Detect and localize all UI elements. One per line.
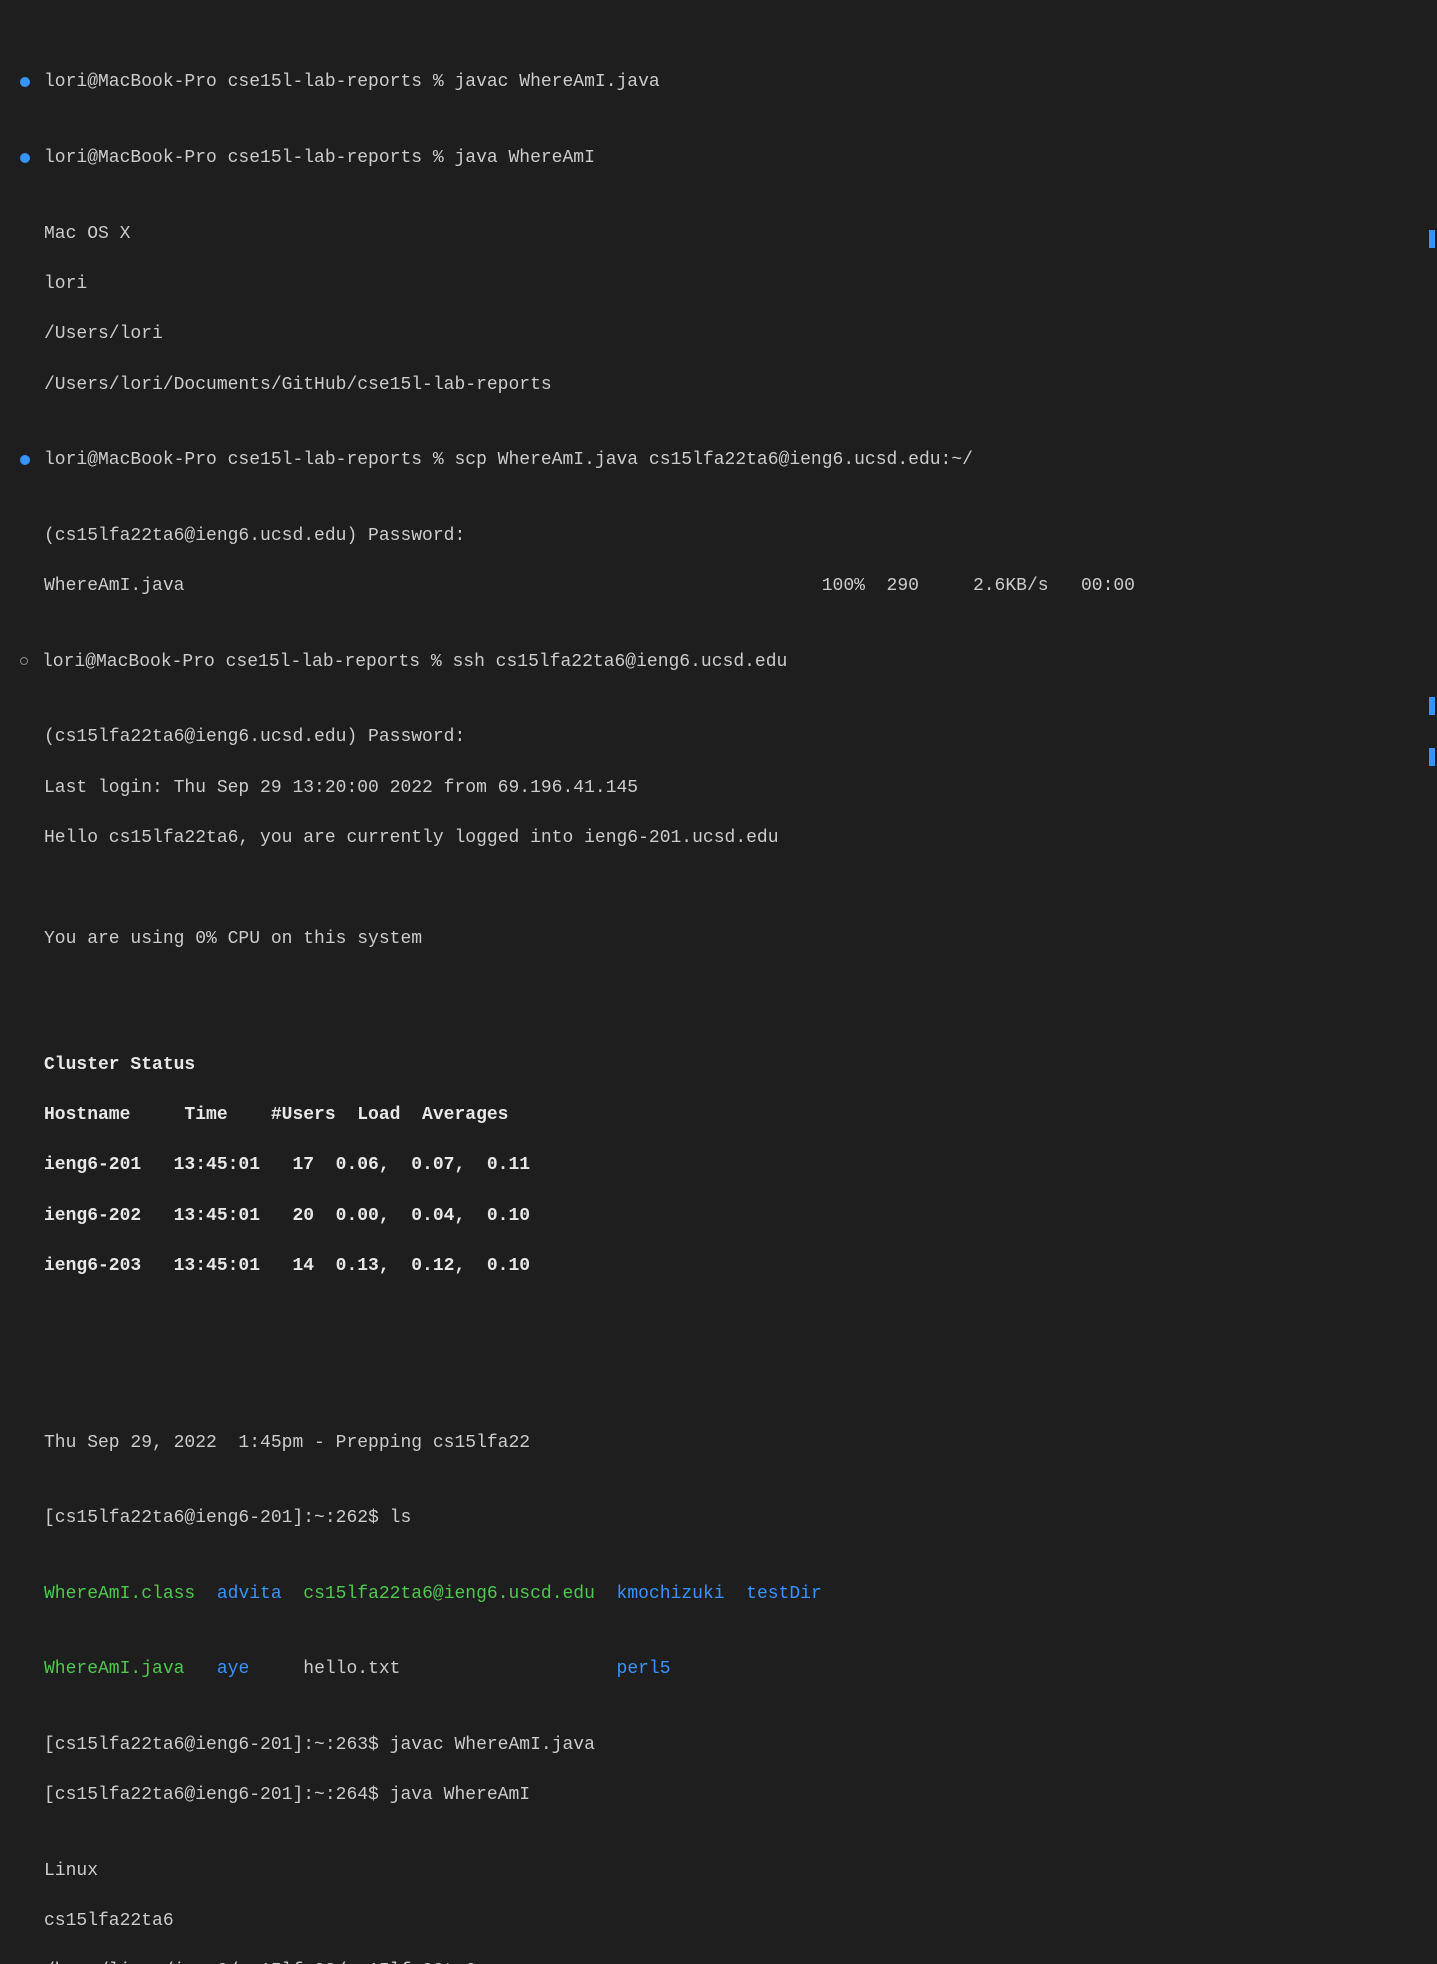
terminal-line: lori@MacBook-Pro cse15l-lab-reports % ja… [20, 70, 1437, 95]
status-dot-icon [20, 77, 30, 87]
output-text: lori [44, 272, 87, 297]
terminal-line: ieng6-201 13:45:01 17 0.06, 0.07, 0.11 [20, 1153, 1437, 1178]
output-text: (cs15lfa22ta6@ieng6.ucsd.edu) Password: [44, 725, 465, 750]
status-dot-icon [20, 153, 30, 163]
terminal-line: Linux [20, 1859, 1437, 1884]
output-text: Mac OS X [44, 222, 130, 247]
terminal-line: Hello cs15lfa22ta6, you are currently lo… [20, 826, 1437, 851]
shell-prompt: lori@MacBook-Pro cse15l-lab-reports % [44, 72, 454, 92]
terminal-line [20, 1380, 1437, 1405]
ls-dir: testDir [746, 1584, 822, 1604]
minimap-marker-icon [1429, 697, 1435, 715]
minimap-marker-icon [1429, 230, 1435, 248]
terminal-line: Hostname Time #Users Load Averages [20, 1103, 1437, 1128]
shell-prompt: [cs15lfa22ta6@ieng6-201]:~:264$ [44, 1785, 390, 1805]
output-text: /home/linux/ieng6/cs15lfa22/cs15lfa22ta6 [44, 1959, 476, 1964]
output-text: cs15lfa22ta6 [44, 1909, 174, 1934]
output-text: /Users/lori/Documents/GitHub/cse15l-lab-… [44, 373, 552, 398]
command-text: java WhereAmI [454, 148, 594, 168]
ls-dir: advita [217, 1584, 282, 1604]
terminal-line: Cluster Status [20, 1053, 1437, 1078]
terminal-line: [cs15lfa22ta6@ieng6-201]:~:262$ ls [20, 1506, 1437, 1531]
output-text: Thu Sep 29, 2022 1:45pm - Prepping cs15l… [44, 1431, 530, 1456]
terminal-line: (cs15lfa22ta6@ieng6.ucsd.edu) Password: [20, 725, 1437, 750]
ls-file: hello.txt [303, 1659, 400, 1679]
ls-file: WhereAmI.class [44, 1584, 195, 1604]
ls-output-row: WhereAmI.class advita cs15lfa22ta6@ieng6… [20, 1582, 1437, 1607]
terminal-line: Mac OS X [20, 222, 1437, 247]
output-text: /Users/lori [44, 322, 163, 347]
terminal-line [20, 876, 1437, 901]
command-text: ls [390, 1508, 412, 1528]
terminal-line [20, 977, 1437, 1002]
terminal-line: (cs15lfa22ta6@ieng6.ucsd.edu) Password: [20, 524, 1437, 549]
terminal-line: WhereAmI.java 100% 290 2.6KB/s 00:00 [20, 574, 1437, 599]
output-text: WhereAmI.java 100% 290 2.6KB/s 00:00 [44, 574, 1135, 599]
terminal-line: Last login: Thu Sep 29 13:20:00 2022 fro… [20, 776, 1437, 801]
command-text: scp WhereAmI.java cs15lfa22ta6@ieng6.ucs… [454, 450, 972, 470]
terminal-line: /Users/lori [20, 322, 1437, 347]
output-text [44, 1330, 55, 1355]
command-text: java WhereAmI [390, 1785, 530, 1805]
ls-dir: kmochizuki [617, 1584, 725, 1604]
cluster-row: ieng6-201 13:45:01 17 0.06, 0.07, 0.11 [44, 1153, 530, 1178]
ls-dir: aye [217, 1659, 249, 1679]
shell-prompt: lori@MacBook-Pro cse15l-lab-reports % [44, 148, 454, 168]
cluster-row: ieng6-202 13:45:01 20 0.00, 0.04, 0.10 [44, 1204, 530, 1229]
terminal-line: [cs15lfa22ta6@ieng6-201]:~:264$ java Whe… [20, 1783, 1437, 1808]
output-text: Last login: Thu Sep 29 13:20:00 2022 fro… [44, 776, 638, 801]
cluster-status-title: Cluster Status [44, 1053, 195, 1078]
ls-dir: perl5 [617, 1659, 671, 1679]
terminal-line: /Users/lori/Documents/GitHub/cse15l-lab-… [20, 373, 1437, 398]
terminal-line: /home/linux/ieng6/cs15lfa22/cs15lfa22ta6 [20, 1959, 1437, 1964]
terminal-line: ieng6-203 13:45:01 14 0.13, 0.12, 0.10 [20, 1254, 1437, 1279]
shell-prompt: [cs15lfa22ta6@ieng6-201]:~:262$ [44, 1508, 390, 1528]
terminal-line: lori@MacBook-Pro cse15l-lab-reports % sc… [20, 448, 1437, 473]
output-text [44, 977, 55, 1002]
output-text: (cs15lfa22ta6@ieng6.ucsd.edu) Password: [44, 524, 465, 549]
output-text: You are using 0% CPU on this system [44, 927, 422, 952]
terminal-line: lori [20, 272, 1437, 297]
command-text: javac WhereAmI.java [390, 1735, 595, 1755]
minimap-marker-icon [1429, 748, 1435, 766]
cluster-row: ieng6-203 13:45:01 14 0.13, 0.12, 0.10 [44, 1254, 530, 1279]
shell-prompt: [cs15lfa22ta6@ieng6-201]:~:263$ [44, 1735, 390, 1755]
terminal-output[interactable]: lori@MacBook-Pro cse15l-lab-reports % ja… [20, 20, 1437, 1964]
cluster-header: Hostname Time #Users Load Averages [44, 1103, 508, 1128]
terminal-line: lori@MacBook-Pro cse15l-lab-reports % ja… [20, 146, 1437, 171]
ls-file: WhereAmI.java [44, 1659, 184, 1679]
terminal-line: [cs15lfa22ta6@ieng6-201]:~:263$ javac Wh… [20, 1733, 1437, 1758]
ls-output-row: WhereAmI.java aye hello.txt perl5 [20, 1657, 1437, 1682]
ls-file: cs15lfa22ta6@ieng6.uscd.edu [303, 1584, 595, 1604]
output-text [44, 1380, 55, 1405]
output-text [44, 876, 55, 901]
terminal-line: Thu Sep 29, 2022 1:45pm - Prepping cs15l… [20, 1431, 1437, 1456]
output-text: Hello cs15lfa22ta6, you are currently lo… [44, 826, 779, 851]
status-dot-icon [20, 455, 30, 465]
command-text: javac WhereAmI.java [454, 72, 659, 92]
status-dot-hollow-icon [20, 657, 28, 665]
shell-prompt: lori@MacBook-Pro cse15l-lab-reports % [42, 652, 452, 672]
command-text: ssh cs15lfa22ta6@ieng6.ucsd.edu [452, 652, 787, 672]
output-text: Linux [44, 1859, 98, 1884]
terminal-line: ieng6-202 13:45:01 20 0.00, 0.04, 0.10 [20, 1204, 1437, 1229]
terminal-line: You are using 0% CPU on this system [20, 927, 1437, 952]
terminal-line: cs15lfa22ta6 [20, 1909, 1437, 1934]
terminal-line [20, 1330, 1437, 1355]
terminal-line: lori@MacBook-Pro cse15l-lab-reports % ss… [20, 650, 1437, 675]
shell-prompt: lori@MacBook-Pro cse15l-lab-reports % [44, 450, 454, 470]
